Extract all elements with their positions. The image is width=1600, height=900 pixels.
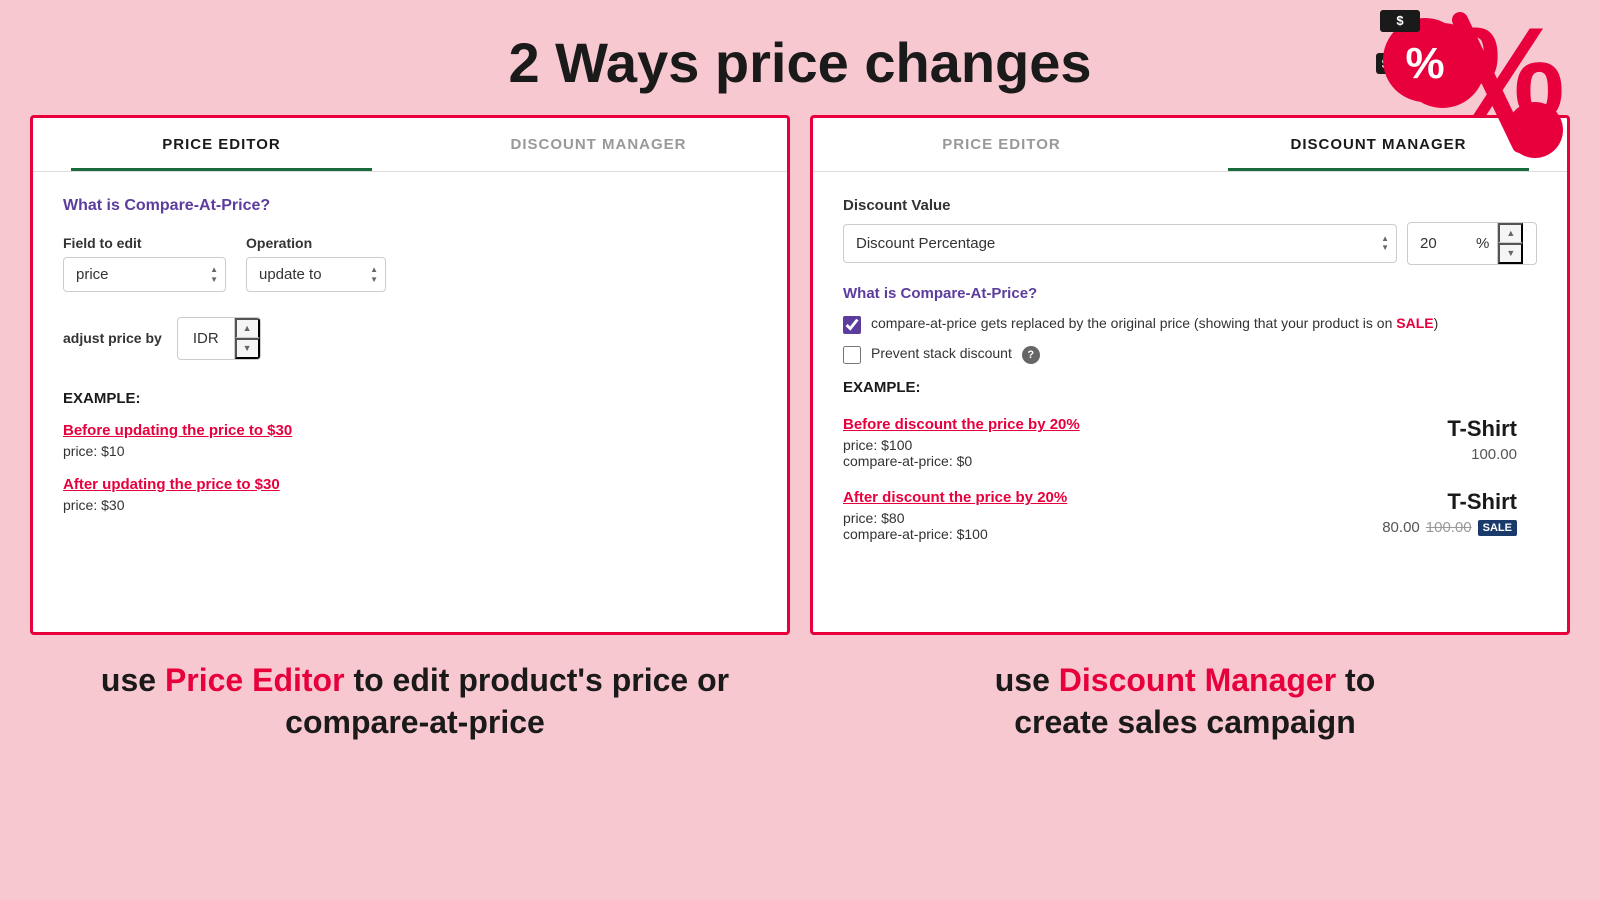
discount-value-label: Discount Value	[843, 197, 1537, 214]
svg-text:%: %	[1405, 39, 1444, 88]
percent-arrow-up[interactable]: ▲	[1498, 223, 1523, 243]
after-example-right: After discount the price by 20% price: $…	[843, 489, 1537, 542]
svg-text:$: $	[1396, 13, 1404, 28]
tshirt-price-sale: 80.00 100.00 SALE	[1382, 519, 1517, 536]
after-compare-right: compare-at-price: $100	[843, 526, 1382, 542]
example-label-left: EXAMPLE:	[63, 390, 757, 407]
before-compare-right: compare-at-price: $0	[843, 453, 1447, 469]
checkbox2-row: Prevent stack discount ?	[843, 344, 1537, 365]
tshirt-current-price: 80.00	[1382, 519, 1420, 536]
compare-at-price-link-right[interactable]: What is Compare-At-Price?	[843, 285, 1537, 302]
before-example-left: Before updating the price to $30 price: …	[63, 422, 757, 461]
after-price-right: price: $80	[843, 510, 1382, 526]
after-example-left: After updating the price to $30 price: $…	[63, 476, 757, 515]
tshirt-price-before: 100.00	[1447, 446, 1517, 463]
operation-label: Operation	[246, 235, 386, 251]
help-icon[interactable]: ?	[1022, 346, 1040, 364]
before-example-right: Before discount the price by 20% price: …	[843, 416, 1537, 469]
before-preview-right: T-Shirt 100.00	[1447, 416, 1537, 463]
main-content: PRICE EDITOR DISCOUNT MANAGER What is Co…	[0, 115, 1600, 635]
left-example-section: EXAMPLE: Before updating the price to $3…	[63, 390, 757, 515]
tab-discount-manager-left[interactable]: DISCOUNT MANAGER	[410, 118, 787, 171]
discount-percent-input[interactable]	[1408, 225, 1468, 262]
tshirt-title-before: T-Shirt	[1447, 416, 1517, 442]
tab-price-editor-left[interactable]: PRICE EDITOR	[33, 118, 410, 171]
tab-bar-right: PRICE EDITOR DISCOUNT MANAGER	[813, 118, 1567, 172]
discount-row: Discount Percentage Discount Amount ▲ ▼ …	[843, 222, 1537, 265]
compare-at-price-link-left[interactable]: What is Compare-At-Price?	[63, 197, 757, 215]
before-price-left: price: $10	[63, 443, 124, 459]
field-to-edit-label: Field to edit	[63, 235, 226, 251]
checkbox1-label: compare-at-price gets replaced by the or…	[871, 314, 1438, 334]
right-panel: PRICE EDITOR DISCOUNT MANAGER Discount V…	[810, 115, 1570, 635]
left-panel-body: What is Compare-At-Price? Field to edit …	[33, 172, 787, 555]
left-panel: PRICE EDITOR DISCOUNT MANAGER What is Co…	[30, 115, 790, 635]
percent-arrow-down[interactable]: ▼	[1498, 243, 1523, 264]
tshirt-title-after: T-Shirt	[1382, 489, 1517, 515]
after-price-left: price: $30	[63, 497, 124, 513]
right-panel-body: Discount Value Discount Percentage Disco…	[813, 172, 1567, 587]
checkbox2-label: Prevent stack discount ?	[871, 344, 1040, 365]
bottom-text: use Price Editor to edit product's price…	[0, 660, 1600, 743]
field-to-edit-group: Field to edit price compare-at-price ▲ ▼	[63, 235, 226, 292]
tshirt-original-price: 100.00	[1426, 519, 1472, 536]
operation-select-wrapper: update to increase by decrease by ▲ ▼	[246, 257, 386, 292]
example-label-right: EXAMPLE:	[843, 379, 1537, 396]
after-link-left[interactable]: After updating the price to $30	[63, 476, 757, 493]
compare-at-price-checkbox[interactable]	[843, 316, 861, 334]
discount-type-select[interactable]: Discount Percentage Discount Amount	[843, 224, 1397, 263]
idr-input-wrapper: IDR ▲ ▼	[177, 317, 261, 360]
tab-bar-left: PRICE EDITOR DISCOUNT MANAGER	[33, 118, 787, 172]
field-to-edit-select[interactable]: price compare-at-price	[63, 257, 226, 292]
before-link-right[interactable]: Before discount the price by 20%	[843, 416, 1447, 433]
after-link-right[interactable]: After discount the price by 20%	[843, 489, 1382, 506]
operation-select[interactable]: update to increase by decrease by	[246, 257, 386, 292]
adjust-label: adjust price by	[63, 330, 162, 346]
sale-label: SALE	[1396, 315, 1433, 331]
after-preview-right: T-Shirt 80.00 100.00 SALE	[1382, 489, 1537, 536]
before-text-right: Before discount the price by 20% price: …	[843, 416, 1447, 469]
field-row: Field to edit price compare-at-price ▲ ▼	[63, 235, 757, 292]
adjust-row: adjust price by IDR ▲ ▼	[63, 317, 757, 360]
before-link-left[interactable]: Before updating the price to $30	[63, 422, 757, 439]
right-example-section: EXAMPLE: Before discount the price by 20…	[843, 379, 1537, 542]
discount-type-wrapper: Discount Percentage Discount Amount ▲ ▼	[843, 224, 1397, 263]
checkbox1-row: compare-at-price gets replaced by the or…	[843, 314, 1537, 334]
idr-arrows: ▲ ▼	[234, 318, 260, 359]
percent-arrows: ▲ ▼	[1497, 223, 1523, 264]
idr-arrow-down[interactable]: ▼	[235, 338, 260, 359]
bottom-left-text: use Price Editor to edit product's price…	[30, 660, 800, 743]
tab-discount-manager-right[interactable]: DISCOUNT MANAGER	[1190, 118, 1567, 171]
prevent-stack-checkbox[interactable]	[843, 346, 861, 364]
page-title: 2 Ways price changes	[0, 0, 1600, 115]
idr-text: IDR	[178, 322, 234, 355]
operation-group: Operation update to increase by decrease…	[246, 235, 386, 292]
percent-sign: %	[1468, 225, 1497, 262]
percent-input-wrapper: % ▲ ▼	[1407, 222, 1537, 265]
field-to-edit-select-wrapper: price compare-at-price ▲ ▼	[63, 257, 226, 292]
before-price-right: price: $100	[843, 437, 1447, 453]
sale-badge: SALE	[1478, 520, 1517, 536]
idr-arrow-up[interactable]: ▲	[235, 318, 260, 338]
after-text-right: After discount the price by 20% price: $…	[843, 489, 1382, 542]
tab-price-editor-right[interactable]: PRICE EDITOR	[813, 118, 1190, 171]
bottom-right-text: use Discount Manager tocreate sales camp…	[800, 660, 1570, 743]
